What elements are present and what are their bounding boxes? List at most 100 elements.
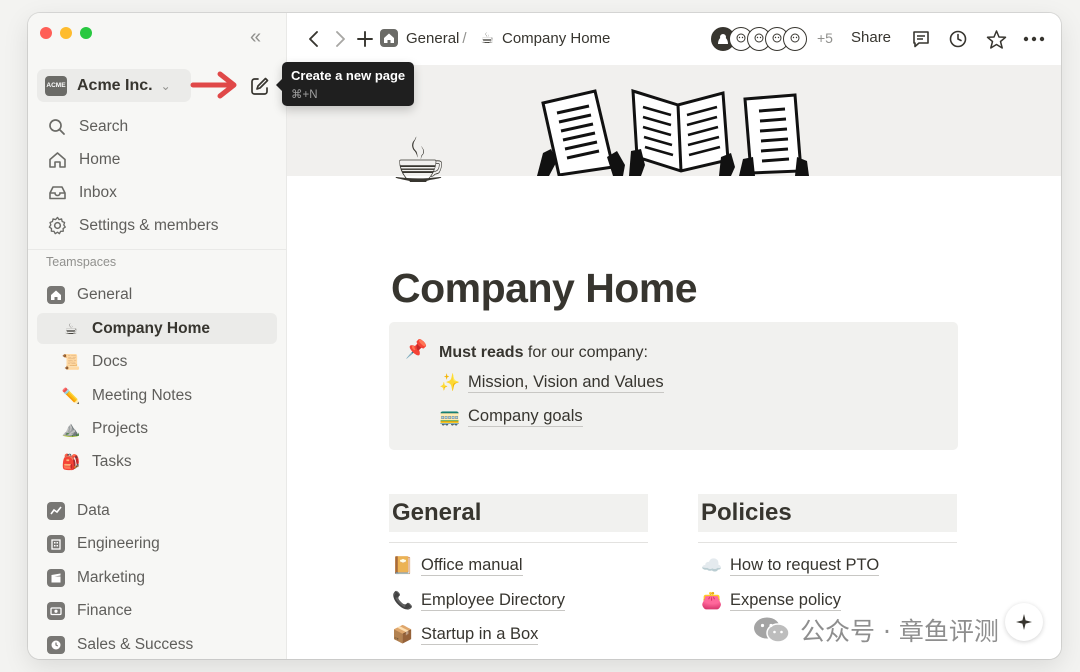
newspapers-illustration-icon [537, 88, 809, 176]
sidebar-item-home[interactable]: Home [37, 143, 277, 176]
sidebar-item-sales-success[interactable]: Sales & Success [37, 629, 277, 659]
page-title[interactable]: Company Home [391, 265, 698, 312]
sidebar-item-label: Marketing [77, 568, 146, 586]
link-label: Office manual [421, 556, 523, 576]
inbox-icon [46, 183, 68, 203]
sidebar-item-projects[interactable]: ⛰️ Projects [37, 413, 277, 444]
callout-text: Must reads for our company: [439, 344, 648, 362]
sidebar-item-tasks[interactable]: 🎒 Tasks [37, 446, 277, 477]
sidebar-divider [28, 249, 286, 250]
help-button[interactable] [1005, 603, 1043, 641]
link-mission-vision-values[interactable]: ✨ Mission, Vision and Values [439, 373, 664, 393]
breadcrumb-separator: / [462, 29, 467, 47]
extra-collaborators-count[interactable]: +5 [817, 30, 833, 46]
sidebar-item-data[interactable]: Data [37, 495, 277, 526]
scroll-icon: 📜 [61, 353, 81, 371]
sidebar-item-search[interactable]: Search [37, 110, 277, 143]
heading-general[interactable]: General [389, 494, 648, 532]
red-arrow-annotation-icon [190, 71, 237, 99]
sidebar-item-settings[interactable]: Settings & members [37, 209, 277, 242]
sidebar-item-docs[interactable]: 📜 Docs [37, 346, 277, 377]
breadcrumb-parent[interactable]: General [406, 30, 459, 47]
workspace-logo: ACME [45, 75, 67, 96]
sidebar-item-label: Sales & Success [77, 635, 194, 653]
telephone-icon: 📞 [392, 591, 414, 610]
house-square-icon [46, 285, 66, 305]
sidebar-item-label: General [77, 285, 133, 303]
breadcrumb: General / ☕ Company Home [380, 29, 610, 47]
chevron-left-icon [309, 31, 318, 47]
sidebar-item-label: Home [79, 150, 121, 168]
avatar [783, 27, 807, 51]
sidebar-item-label: Data [77, 501, 110, 519]
link-employee-directory[interactable]: 📞 Employee Directory [392, 591, 565, 611]
sidebar-item-engineering[interactable]: Engineering [37, 528, 277, 559]
page-icon[interactable]: ☕ [391, 131, 447, 193]
sidebar-item-label: Meeting Notes [92, 386, 192, 404]
divider [389, 542, 648, 543]
teamspaces-heading: Teamspaces [46, 255, 117, 269]
new-tab-button[interactable] [353, 27, 377, 51]
share-button[interactable]: Share [851, 29, 891, 46]
sidebar-item-label: Company Home [92, 319, 210, 337]
watermark-text: 公众号 · 章鱼评测 [800, 617, 999, 646]
sidebar-item-general[interactable]: General [37, 279, 277, 310]
callout-rest-text: for our company: [523, 344, 648, 361]
sidebar-item-meeting-notes[interactable]: ✏️ Meeting Notes [37, 380, 277, 411]
zoom-window-button[interactable] [80, 27, 92, 39]
sparkles-icon: ✨ [439, 373, 461, 392]
link-expense-policy[interactable]: 👛 Expense policy [701, 591, 841, 611]
chevron-down-icon: ⌄ [160, 78, 171, 93]
heading-policies[interactable]: Policies [698, 494, 957, 532]
link-label: Mission, Vision and Values [468, 373, 664, 393]
clock-icon [949, 30, 967, 48]
link-how-to-request-pto[interactable]: ☁️ How to request PTO [701, 556, 880, 576]
link-label: Employee Directory [421, 591, 565, 611]
clock-square-icon [46, 635, 66, 655]
collaborator-avatars[interactable] [711, 27, 807, 51]
coffee-icon: ☕ [64, 320, 78, 338]
gear-icon [46, 216, 68, 236]
sidebar: « ACME Acme Inc. ⌄ Search Home Inbox Set… [28, 13, 287, 659]
sidebar-item-marketing[interactable]: Marketing [37, 562, 277, 593]
favorite-button[interactable] [984, 27, 1008, 51]
new-page-button[interactable] [248, 74, 272, 98]
sidebar-item-company-home[interactable]: ☕ Company Home [37, 313, 277, 344]
minimize-window-button[interactable] [60, 27, 72, 39]
sidebar-item-label: Settings & members [79, 216, 219, 234]
forward-button[interactable] [328, 27, 352, 51]
tooltip-shortcut: ⌘+N [291, 89, 318, 101]
notebook-icon: 📔 [392, 556, 414, 575]
link-office-manual[interactable]: 📔 Office manual [392, 556, 523, 576]
building-square-icon [46, 534, 66, 554]
updates-button[interactable] [946, 27, 970, 51]
sidebar-nav: Search Home Inbox Settings & members [37, 110, 277, 242]
comments-button[interactable] [909, 27, 933, 51]
back-button[interactable] [302, 27, 326, 51]
app-window: « ACME Acme Inc. ⌄ Search Home Inbox Set… [28, 13, 1061, 659]
package-icon: 📦 [392, 625, 414, 644]
link-startup-in-a-box[interactable]: 📦 Startup in a Box [392, 625, 539, 645]
sidebar-item-finance[interactable]: Finance [37, 595, 277, 626]
breadcrumb-current[interactable]: Company Home [502, 30, 610, 47]
wechat-logo-icon [754, 617, 790, 643]
collapse-sidebar-icon[interactable]: « [250, 27, 261, 47]
search-icon [46, 117, 68, 137]
link-label: Startup in a Box [421, 625, 539, 645]
close-window-button[interactable] [40, 27, 52, 39]
mountain-icon: ⛰️ [61, 420, 81, 438]
coffee-icon: ☕ [480, 30, 494, 47]
link-company-goals[interactable]: 🚃 Company goals [439, 407, 583, 427]
clapper-square-icon [46, 568, 66, 588]
sparkle-icon [1016, 614, 1032, 630]
sidebar-item-label: Projects [92, 419, 148, 437]
sidebar-item-label: Docs [92, 352, 128, 370]
window-controls [40, 27, 92, 39]
more-options-button[interactable] [1021, 27, 1047, 51]
cloud-icon: ☁️ [701, 556, 723, 575]
workspace-switcher[interactable]: ACME Acme Inc. ⌄ [37, 69, 191, 102]
home-icon [46, 150, 68, 170]
pushpin-icon: 📌 [405, 339, 428, 359]
callout-bold-text: Must reads [439, 344, 524, 361]
sidebar-item-inbox[interactable]: Inbox [37, 176, 277, 209]
